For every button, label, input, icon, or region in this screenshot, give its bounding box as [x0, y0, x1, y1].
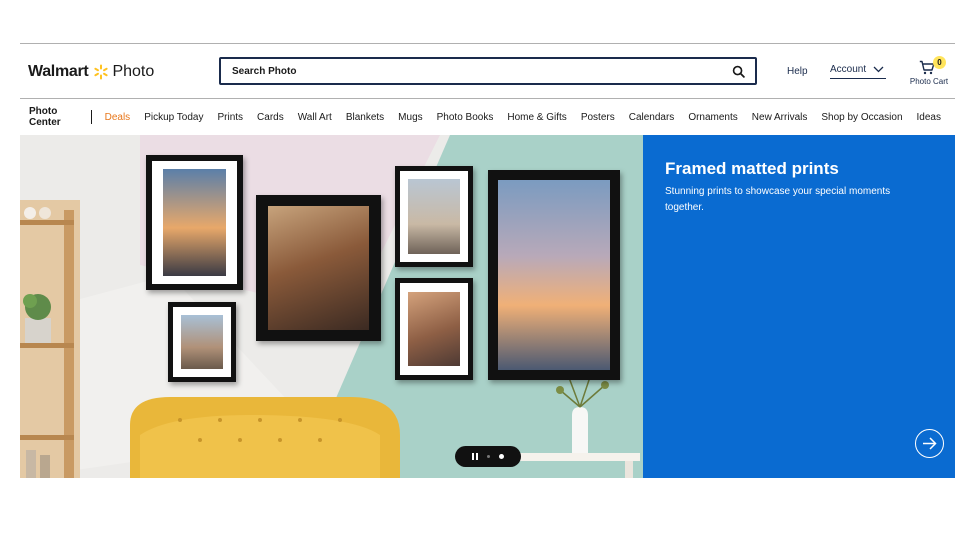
framed-print: [146, 155, 243, 290]
nav-item-cards[interactable]: Cards: [257, 112, 284, 123]
page: Walmart Photo Help Accou: [0, 0, 970, 546]
site-header: Walmart Photo Help Accou: [20, 44, 955, 98]
nav-title[interactable]: Photo Center: [29, 106, 77, 128]
framed-print: [395, 166, 473, 267]
chevron-down-icon: [873, 66, 884, 73]
nav-item-mugs[interactable]: Mugs: [398, 112, 422, 123]
account-label: Account: [830, 64, 866, 75]
nav-item-blankets[interactable]: Blankets: [346, 112, 384, 123]
framed-print: [168, 302, 236, 382]
nav-item-pickup-today[interactable]: Pickup Today: [144, 112, 203, 123]
nav-item-ideas[interactable]: Ideas: [917, 112, 941, 123]
carousel-controls: [455, 446, 521, 467]
photo-center-nav: Photo Center Deals Pickup Today Prints C…: [20, 99, 955, 135]
carousel-dot-2[interactable]: [499, 454, 504, 459]
nav-item-deals[interactable]: Deals: [105, 112, 131, 123]
nav-item-shop-by-occasion[interactable]: Shop by Occasion: [821, 112, 902, 123]
hero-text-panel: Framed matted prints Stunning prints to …: [643, 135, 955, 478]
logo-brand-text: Walmart: [28, 63, 88, 81]
nav-item-photo-books[interactable]: Photo Books: [437, 112, 494, 123]
search-icon[interactable]: [732, 65, 745, 78]
framed-print: [395, 278, 473, 380]
account-menu[interactable]: Account: [830, 64, 886, 79]
nav-item-calendars[interactable]: Calendars: [629, 112, 675, 123]
nav-item-new-arrivals[interactable]: New Arrivals: [752, 112, 808, 123]
search-bar: [219, 57, 757, 85]
arrow-right-icon: [922, 437, 937, 450]
hero-banner[interactable]: Framed matted prints Stunning prints to …: [20, 135, 955, 478]
nav-item-home-gifts[interactable]: Home & Gifts: [507, 112, 566, 123]
hero-subtitle: Stunning prints to showcase your special…: [665, 184, 925, 216]
logo-product-text: Photo: [112, 63, 154, 81]
nav-separator: [91, 110, 92, 124]
nav-item-posters[interactable]: Posters: [581, 112, 615, 123]
walmart-photo-logo[interactable]: Walmart Photo: [28, 62, 154, 82]
hero-image: [20, 135, 643, 478]
pause-icon[interactable]: [472, 453, 478, 460]
help-link[interactable]: Help: [787, 66, 808, 77]
framed-print: [256, 195, 381, 341]
photo-cart-button[interactable]: 0 Photo Cart: [906, 54, 952, 88]
framed-print: [488, 170, 620, 380]
cart-label: Photo Cart: [906, 77, 952, 86]
cart-count-badge: 0: [933, 56, 946, 69]
next-slide-button[interactable]: [915, 429, 944, 458]
hero-title: Framed matted prints: [665, 159, 839, 179]
search-input[interactable]: [232, 66, 712, 77]
nav-item-wall-art[interactable]: Wall Art: [298, 112, 332, 123]
spark-icon: [93, 64, 109, 80]
nav-item-prints[interactable]: Prints: [217, 112, 243, 123]
carousel-dot-1[interactable]: [487, 455, 490, 458]
nav-item-ornaments[interactable]: Ornaments: [688, 112, 737, 123]
